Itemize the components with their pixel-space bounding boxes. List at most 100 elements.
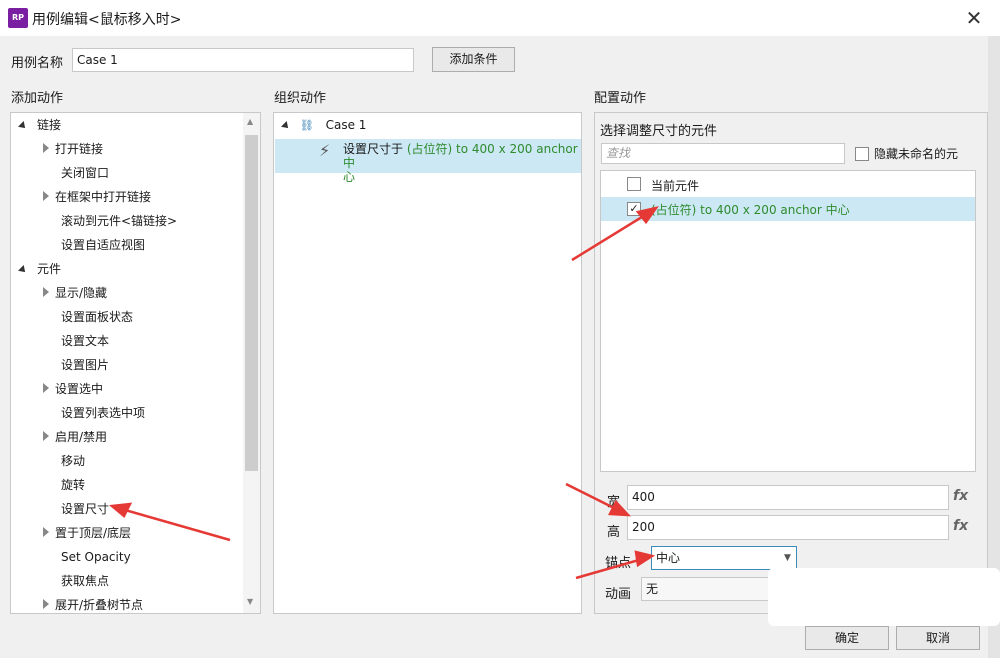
collapsed-icon[interactable] <box>43 431 49 441</box>
actions-tree-panel: 链接打开链接关闭窗口在框架中打开链接滚动到元件<锚链接> 设置自适应视图元件显示/… <box>10 112 261 614</box>
action-label: 打开链接 <box>55 142 104 156</box>
select-widget-label: 选择调整尺寸的元件 <box>600 124 718 139</box>
animation-select[interactable]: 无 <box>641 577 769 601</box>
action-item[interactable]: 启用/禁用 <box>43 425 107 449</box>
animation-label: 动画 <box>605 587 632 602</box>
collapsed-icon[interactable] <box>43 287 49 297</box>
action-target-wrap: 心 <box>343 170 356 184</box>
placeholder-widget-row[interactable]: ✓ (占位符) to 400 x 200 anchor 中心 <box>601 197 975 221</box>
action-label: 滚动到元件<锚链接> <box>61 214 178 228</box>
action-group[interactable]: 链接 <box>18 113 62 137</box>
chevron-down-icon: ▼ <box>784 553 791 563</box>
action-group[interactable]: 元件 <box>18 257 62 281</box>
window-title: 用例编辑<鼠标移入时> <box>32 12 182 28</box>
scroll-thumb[interactable] <box>245 135 258 471</box>
case-label: Case 1 <box>325 118 367 132</box>
action-item[interactable]: Set Opacity <box>43 545 131 569</box>
action-label: 设置图片 <box>61 358 110 372</box>
placeholder-widget-text: (占位符) to 400 x 200 anchor 中心 <box>651 203 850 217</box>
anchor-select[interactable]: 中心 ▼ <box>651 546 797 570</box>
action-label: 设置文本 <box>61 334 110 348</box>
action-item[interactable]: 获取焦点 <box>43 569 109 593</box>
action-item[interactable]: 设置尺寸 <box>43 497 109 521</box>
width-fx-button[interactable]: fx <box>953 488 968 504</box>
organize-action-row[interactable]: ⚡ 设置尺寸于 (占位符) to 400 x 200 anchor 中 心 <box>275 139 581 184</box>
action-label: 获取焦点 <box>61 574 110 588</box>
anchor-label: 锚点 <box>605 556 632 571</box>
placeholder-checkbox[interactable]: ✓ <box>627 202 641 216</box>
case-row[interactable]: ⛓ Case 1 <box>281 113 367 137</box>
scroll-up-icon[interactable]: ▲ <box>247 117 253 126</box>
action-item[interactable]: 设置文本 <box>43 329 109 353</box>
action-label: 关闭窗口 <box>61 166 110 180</box>
action-item[interactable]: 设置面板状态 <box>43 305 133 329</box>
action-label: 在框架中打开链接 <box>55 190 152 204</box>
collapsed-icon[interactable] <box>43 383 49 393</box>
action-label: 链接 <box>37 118 62 132</box>
background-window-strip <box>988 36 1000 658</box>
height-input[interactable]: 200 <box>627 515 949 540</box>
action-item[interactable]: 设置图片 <box>43 353 109 377</box>
expand-icon <box>281 121 291 131</box>
action-label: 启用/禁用 <box>55 430 108 444</box>
action-label: 置于顶层/底层 <box>55 526 132 540</box>
width-input[interactable]: 400 <box>627 485 949 510</box>
action-item[interactable]: 关闭窗口 <box>43 161 109 185</box>
action-item[interactable]: 移动 <box>43 449 85 473</box>
ok-button[interactable]: 确定 <box>805 626 889 650</box>
title-bar: RP 用例编辑<鼠标移入时> ✕ <box>0 0 1000 36</box>
action-item[interactable]: 显示/隐藏 <box>43 281 107 305</box>
width-label: 宽 <box>607 495 621 510</box>
configure-panel: 选择调整尺寸的元件 查找 隐藏未命名的元 当前元件 ✓ (占位符) to 400… <box>594 112 988 614</box>
action-item[interactable]: 设置选中 <box>43 377 103 401</box>
add-condition-button[interactable]: 添加条件 <box>432 47 515 72</box>
height-fx-button[interactable]: fx <box>953 518 968 534</box>
expand-icon[interactable] <box>18 265 28 275</box>
action-item[interactable]: 打开链接 <box>43 137 103 161</box>
action-label: 旋转 <box>61 478 86 492</box>
collapsed-icon[interactable] <box>43 143 49 153</box>
action-label: 显示/隐藏 <box>55 286 108 300</box>
action-label: 移动 <box>61 454 86 468</box>
action-label: 元件 <box>37 262 62 276</box>
action-item[interactable]: 置于顶层/底层 <box>43 521 131 545</box>
case-name-label: 用例名称 <box>11 56 64 71</box>
cancel-button[interactable]: 取消 <box>896 626 980 650</box>
action-label: 设置尺寸 <box>61 502 110 516</box>
close-icon[interactable]: ✕ <box>960 4 988 32</box>
action-label: 设置列表选中项 <box>61 406 146 420</box>
collapsed-icon[interactable] <box>43 527 49 537</box>
hide-unnamed-checkbox[interactable] <box>855 147 869 161</box>
watermark-overlay <box>768 568 1000 626</box>
case-name-input[interactable]: Case 1 <box>72 48 414 72</box>
action-item[interactable]: 设置自适应视图 <box>43 233 145 257</box>
action-label: 设置面板状态 <box>61 310 134 324</box>
action-item[interactable]: 在框架中打开链接 <box>43 185 151 209</box>
actions-scrollbar[interactable]: ▲ ▼ <box>243 113 260 613</box>
search-input[interactable]: 查找 <box>601 143 845 164</box>
action-item[interactable]: 展开/折叠树节点 <box>43 593 143 617</box>
anchor-value: 中心 <box>656 551 681 565</box>
action-label: 展开/折叠树节点 <box>55 598 144 612</box>
height-label: 高 <box>607 525 621 540</box>
case-icon: ⛓ <box>299 119 314 132</box>
collapsed-icon[interactable] <box>43 191 49 201</box>
current-widget-checkbox[interactable] <box>627 177 641 191</box>
expand-icon[interactable] <box>18 121 28 131</box>
organize-action-text: 设置尺寸于 (占位符) to 400 x 200 anchor 中 心 <box>343 142 579 184</box>
action-label: 设置选中 <box>55 382 104 396</box>
hide-unnamed-label: 隐藏未命名的元 <box>874 147 959 161</box>
organize-action-header: 组织动作 <box>274 91 327 106</box>
case-editor-dialog: RP 用例编辑<鼠标移入时> ✕ 用例名称 Case 1 添加条件 添加动作 组… <box>0 0 1000 658</box>
placeholder-widget-label: (占位符) to 400 x 200 anchor 中心 <box>651 201 850 218</box>
widget-list: 当前元件 ✓ (占位符) to 400 x 200 anchor 中心 <box>600 170 976 472</box>
scroll-down-icon[interactable]: ▼ <box>247 597 253 606</box>
action-item[interactable]: 旋转 <box>43 473 85 497</box>
action-label: Set Opacity <box>61 550 131 564</box>
app-icon: RP <box>8 8 28 28</box>
action-item[interactable]: 设置列表选中项 <box>43 401 145 425</box>
action-item[interactable]: 滚动到元件<锚链接> <box>43 209 177 233</box>
collapsed-icon[interactable] <box>43 599 49 609</box>
action-label: 设置自适应视图 <box>61 238 146 252</box>
add-action-header: 添加动作 <box>11 91 64 106</box>
